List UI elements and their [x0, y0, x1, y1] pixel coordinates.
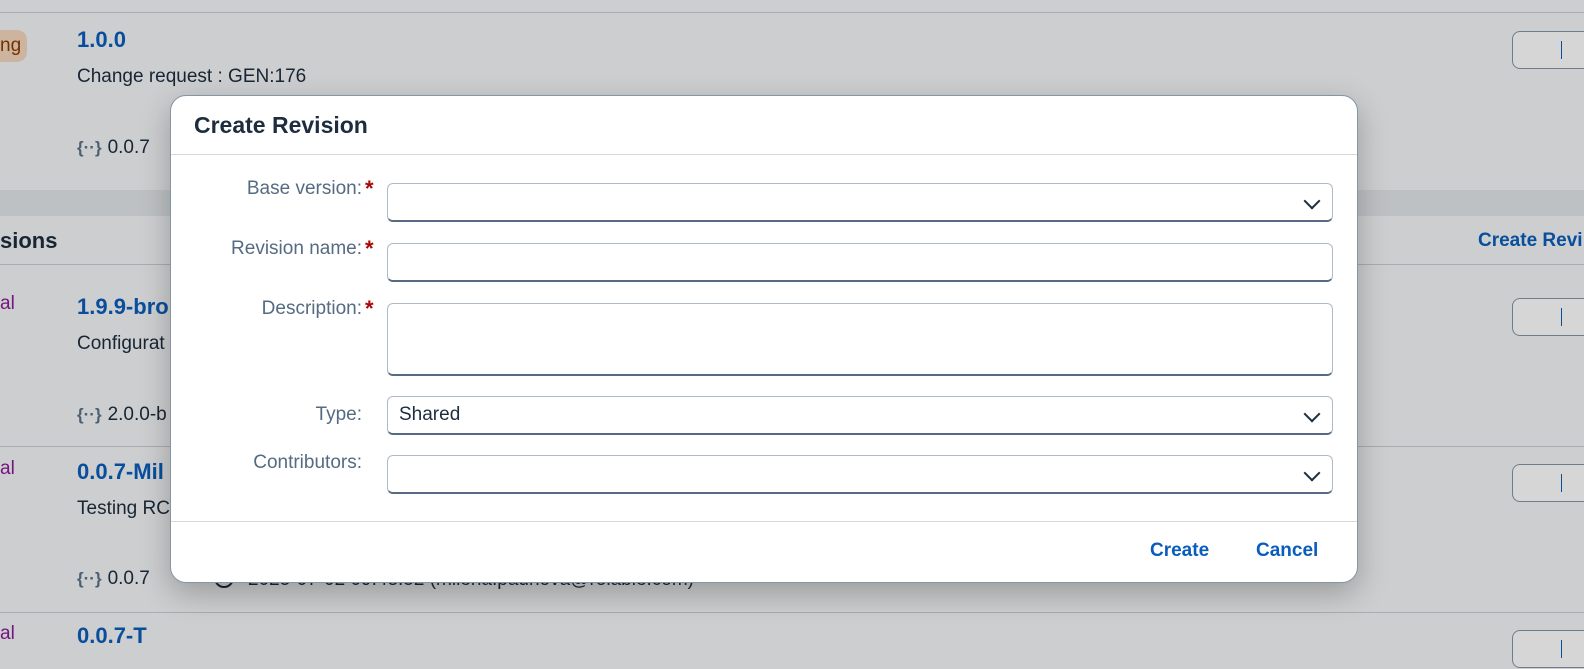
create-revision-dialog: Create Revision Base version: * Revision… [170, 95, 1358, 583]
cancel-button[interactable]: Cancel [1256, 540, 1318, 562]
contributors-label: Contributors: [253, 452, 362, 473]
dialog-footer: Create Cancel [171, 521, 1357, 582]
revision-name-label: Revision name: [231, 238, 362, 259]
dialog-header: Create Revision [171, 96, 1357, 155]
chevron-down-icon[interactable] [1303, 464, 1321, 482]
required-marker: * [365, 296, 374, 321]
create-button[interactable]: Create [1150, 540, 1209, 562]
description-label: Description: [261, 298, 362, 319]
contributors-select[interactable] [387, 455, 1333, 494]
revision-name-input[interactable] [387, 243, 1333, 282]
required-marker: * [365, 176, 374, 201]
type-select[interactable]: Shared [387, 396, 1333, 435]
chevron-down-icon[interactable] [1303, 405, 1321, 423]
dialog-title: Create Revision [194, 112, 368, 138]
type-label: Type: [315, 404, 362, 425]
chevron-down-icon[interactable] [1303, 192, 1321, 210]
base-version-label: Base version: [246, 178, 362, 199]
base-version-select[interactable] [387, 183, 1333, 222]
description-textarea[interactable] [387, 303, 1333, 376]
required-marker: * [365, 236, 374, 261]
